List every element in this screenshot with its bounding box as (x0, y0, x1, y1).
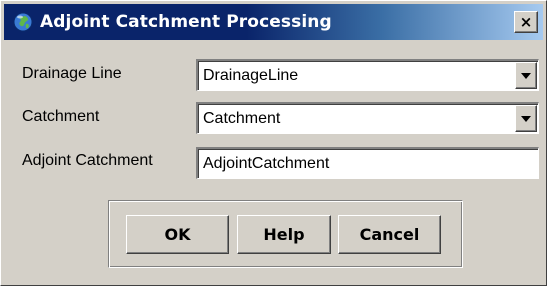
dialog-window: Adjoint Catchment Processing × Drainage … (0, 0, 547, 286)
adjoint-catchment-value: AdjointCatchment (203, 155, 330, 172)
cancel-button[interactable]: Cancel (338, 215, 441, 254)
drainage-line-label: Drainage Line (22, 65, 122, 82)
catchment-select[interactable]: Catchment (196, 102, 539, 134)
chevron-down-icon (521, 115, 531, 122)
globe-icon (12, 11, 34, 33)
help-button[interactable]: Help (237, 215, 331, 254)
catchment-label: Catchment (22, 108, 100, 125)
cancel-button-label: Cancel (359, 225, 420, 244)
ok-button-label: OK (164, 225, 191, 244)
title-bar[interactable]: Adjoint Catchment Processing × (4, 4, 543, 40)
adjoint-catchment-input[interactable]: AdjointCatchment (196, 147, 539, 179)
help-button-label: Help (263, 225, 305, 244)
chevron-down-icon (521, 72, 531, 79)
catchment-value: Catchment (203, 110, 281, 127)
catchment-dropdown-button[interactable] (515, 105, 537, 132)
drainage-line-select[interactable]: DrainageLine (196, 59, 539, 91)
ok-button[interactable]: OK (126, 215, 229, 254)
close-icon: × (519, 12, 533, 31)
window-title: Adjoint Catchment Processing (40, 12, 332, 32)
drainage-line-value: DrainageLine (203, 67, 299, 84)
close-button[interactable]: × (514, 11, 538, 33)
adjoint-catchment-label: Adjoint Catchment (22, 152, 153, 169)
drainage-line-dropdown-button[interactable] (515, 62, 537, 89)
